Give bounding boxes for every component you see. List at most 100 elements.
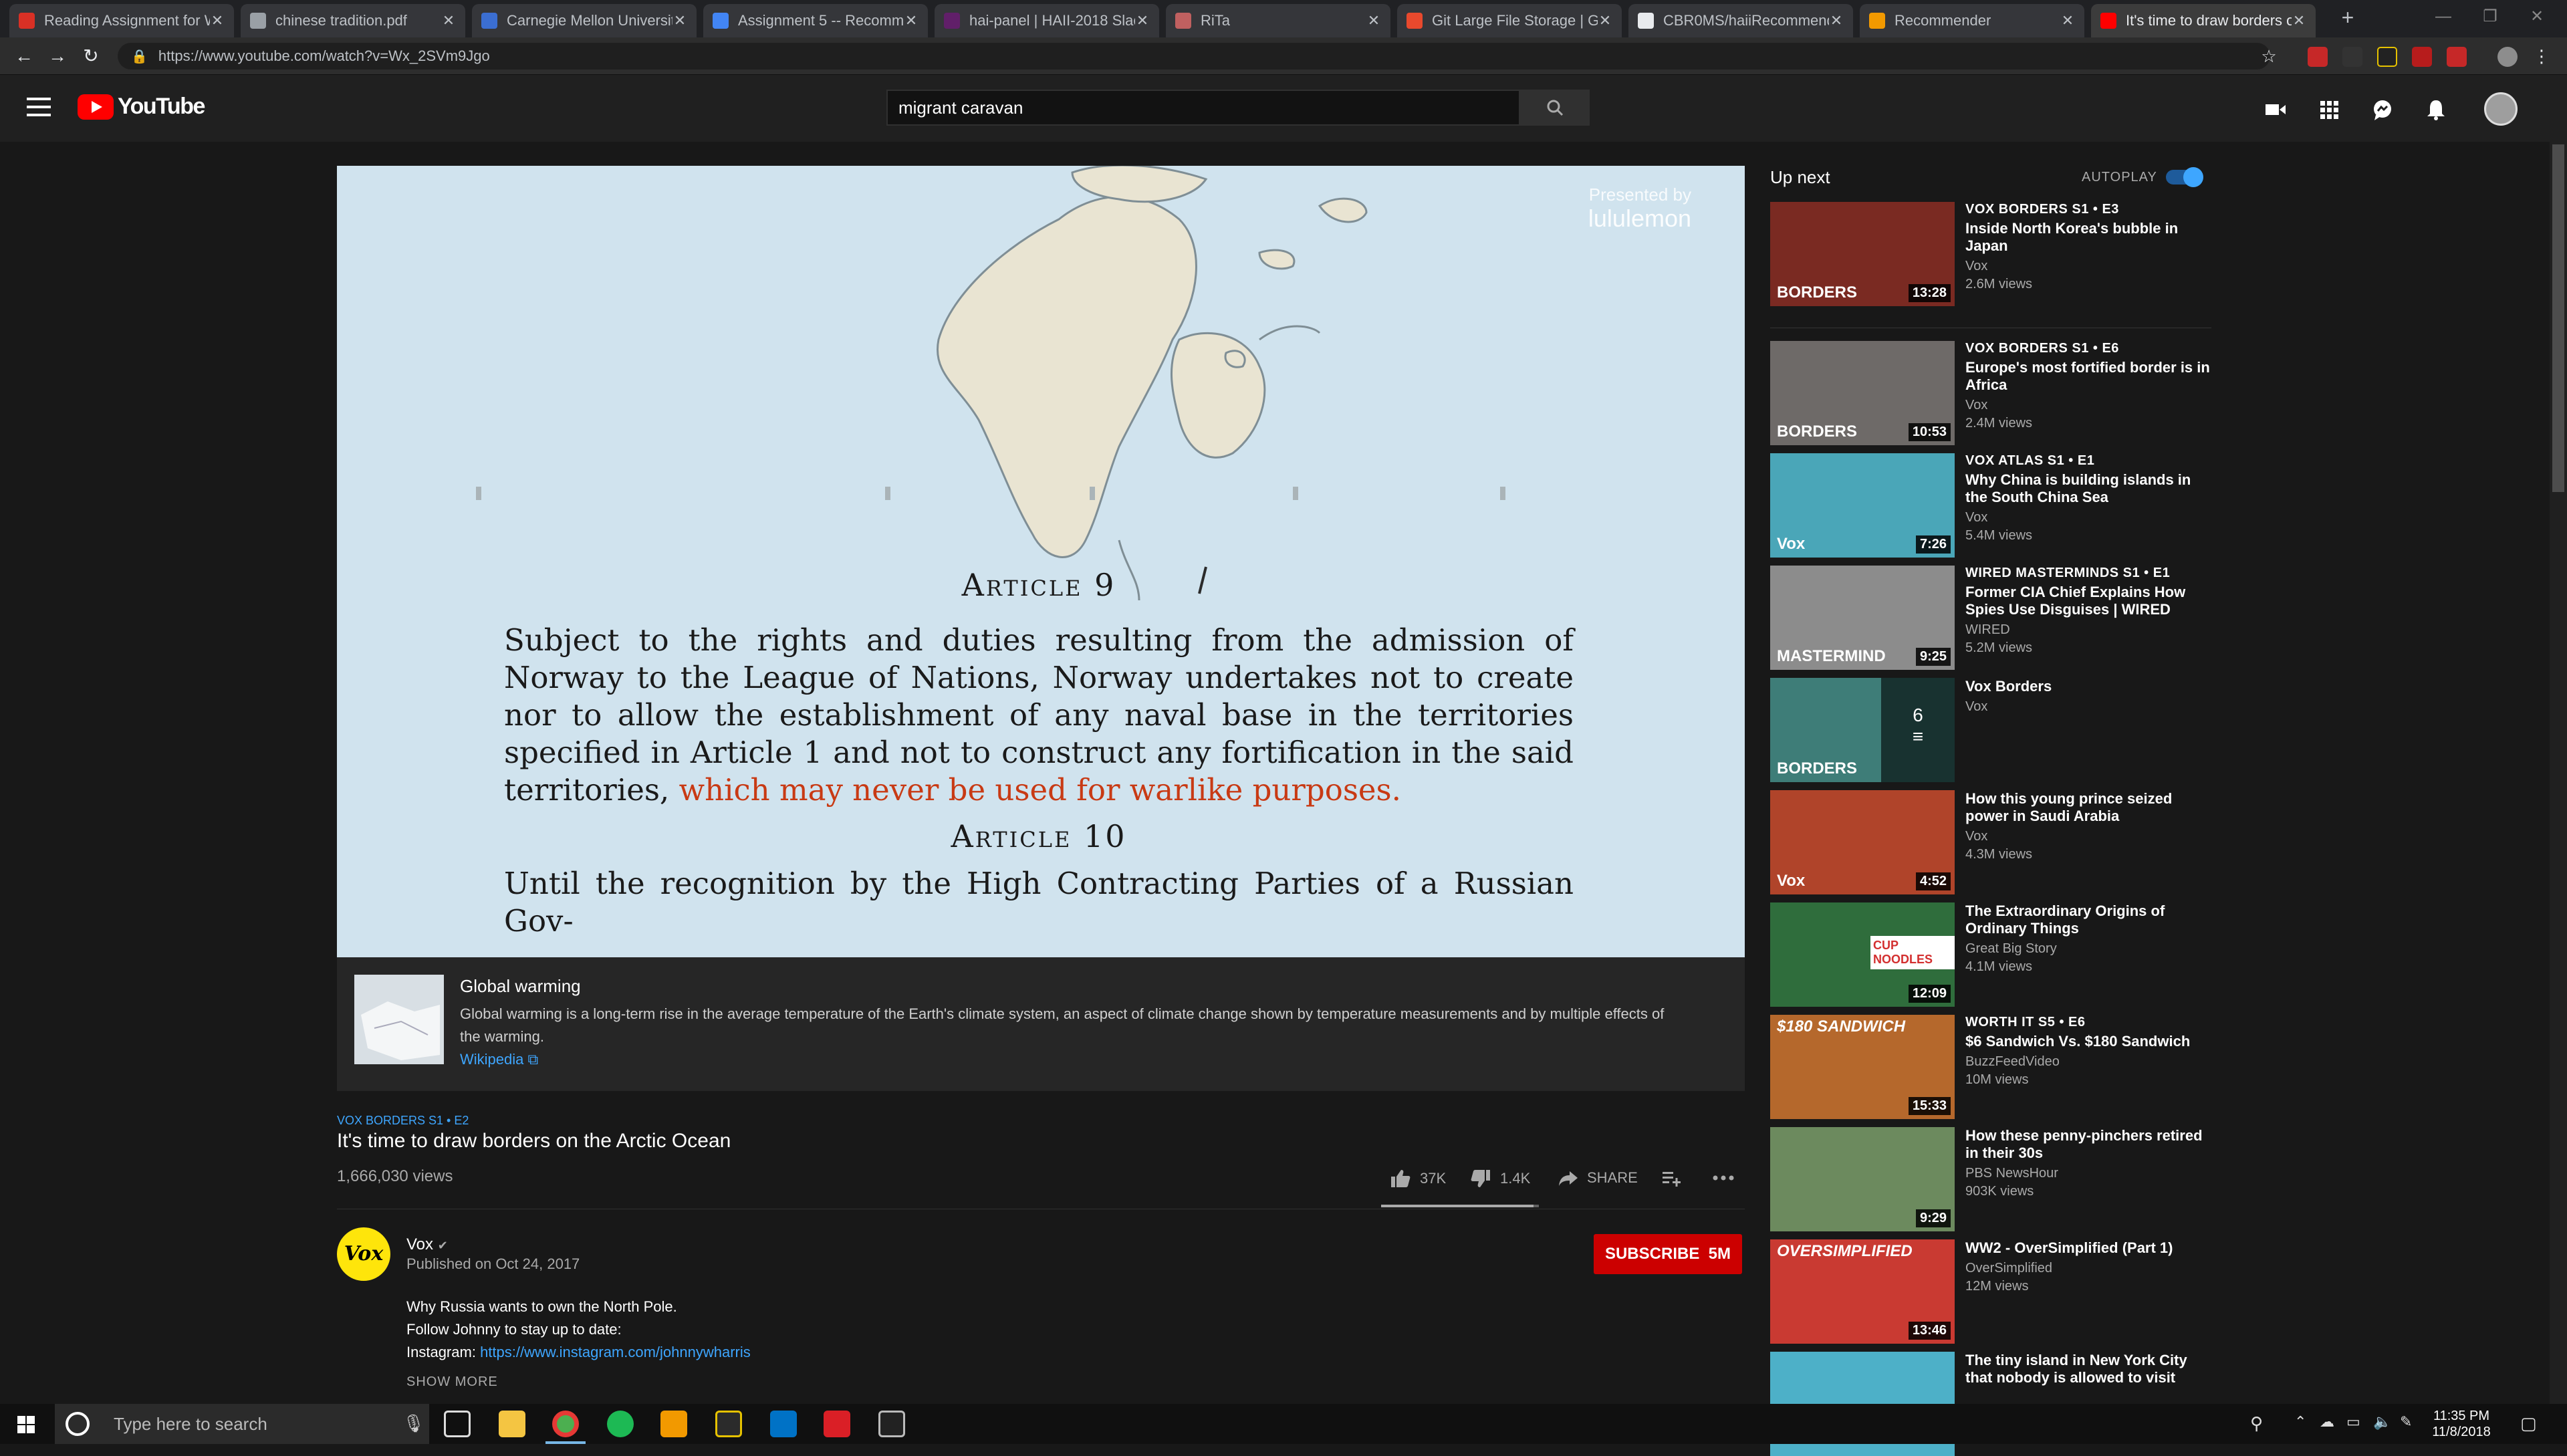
video-channel[interactable]: OverSimplified xyxy=(1965,1261,2213,1276)
video-meta[interactable]: VOX ATLAS S1 • E1 Why China is building i… xyxy=(1965,453,2213,543)
chrome-taskbar-icon[interactable] xyxy=(552,1411,579,1437)
system-clock[interactable]: 11:35 PM 11/8/2018 xyxy=(2421,1408,2501,1440)
browser-tab[interactable]: hai-panel | HAII-2018 Slack ✕ xyxy=(935,4,1159,37)
tab-close-icon[interactable]: ✕ xyxy=(441,12,456,29)
tab-close-icon[interactable]: ✕ xyxy=(2292,12,2306,29)
video-thumbnail[interactable]: Vox 4:52 xyxy=(1770,790,1955,894)
browser-tab[interactable]: Git Large File Storage | Git ✕ xyxy=(1397,4,1622,37)
video-thumbnail[interactable]: Vox 7:26 xyxy=(1770,453,1955,558)
messages-icon[interactable] xyxy=(2370,98,2395,122)
scrollbar-thumb[interactable] xyxy=(2552,144,2564,492)
add-to-playlist-button[interactable] xyxy=(1661,1167,1682,1189)
taskbar-search-box[interactable]: Type here to search 🎙 xyxy=(55,1404,429,1444)
recommended-video[interactable]: BORDERS 10:53 VOX BORDERS S1 • E6 Europe's … xyxy=(1770,341,2211,445)
tab-close-icon[interactable]: ✕ xyxy=(1135,12,1150,29)
video-channel[interactable]: BuzzFeedVideo xyxy=(1965,1054,2213,1070)
search-button[interactable] xyxy=(1520,90,1590,126)
browser-tab[interactable]: Reading Assignment for W ✕ xyxy=(9,4,234,37)
video-channel[interactable]: Vox xyxy=(1965,259,2213,274)
back-arrow-icon[interactable]: ← xyxy=(12,44,36,68)
video-title-link[interactable]: Inside North Korea's bubble in Japan xyxy=(1965,220,2213,255)
tab-close-icon[interactable]: ✕ xyxy=(2060,12,2075,29)
account-avatar[interactable] xyxy=(2484,92,2518,126)
video-thumbnail[interactable]: CUP NOODLES 12:09 xyxy=(1770,902,1955,1007)
more-actions-button[interactable] xyxy=(1711,1167,1735,1189)
video-meta[interactable]: VOX BORDERS S1 • E6 Europe's most fortifi… xyxy=(1965,341,2213,431)
search-input[interactable]: migrant caravan xyxy=(886,90,1520,126)
video-title-link[interactable]: Former CIA Chief Explains How Spies Use … xyxy=(1965,584,2213,618)
extension-icon-2[interactable] xyxy=(2342,47,2362,67)
spotify-icon[interactable] xyxy=(607,1411,634,1437)
people-icon[interactable]: ⚲ xyxy=(2250,1413,2263,1434)
notifications-bell-icon[interactable] xyxy=(2424,98,2448,122)
subscribe-button[interactable]: SUBSCRIBE 5M xyxy=(1594,1234,1742,1274)
show-more-button[interactable]: SHOW MORE xyxy=(406,1374,498,1390)
video-title-link[interactable]: How this young prince seized power in Sa… xyxy=(1965,790,2213,825)
video-player[interactable]: Presented by lululemon Article 9 Subject… xyxy=(337,166,1745,957)
video-thumbnail[interactable]: BORDERS 10:53 xyxy=(1770,341,1955,445)
video-thumbnail[interactable]: OVERSIMPLIFIED 13:46 xyxy=(1770,1239,1955,1344)
file-explorer-icon[interactable] xyxy=(499,1411,525,1437)
forward-arrow-icon[interactable]: → xyxy=(45,44,70,68)
video-thumbnail[interactable]: 9:29 xyxy=(1770,1127,1955,1231)
git-kraken-icon[interactable] xyxy=(715,1411,742,1437)
recommended-video[interactable]: MASTERMIND 9:25 WIRED MASTERMINDS S1 • E1 F… xyxy=(1770,566,2211,670)
minimize-icon[interactable]: — xyxy=(2420,0,2467,37)
browser-tab[interactable]: Recommender ✕ xyxy=(1860,4,2084,37)
bookmark-star-icon[interactable]: ☆ xyxy=(2257,44,2281,68)
address-bar[interactable]: 🔒 https://www.youtube.com/watch?v=Wx_2SV… xyxy=(118,43,2270,70)
video-channel[interactable]: WIRED xyxy=(1965,622,2213,638)
video-meta[interactable]: WW2 - OverSimplified (Part 1) OverSimplif… xyxy=(1965,1239,2213,1294)
show-hidden-icons-icon[interactable]: ⌃ xyxy=(2294,1413,2306,1431)
video-channel[interactable]: Great Big Story xyxy=(1965,941,2213,957)
browser-tab[interactable]: Carnegie Mellon University ✕ xyxy=(472,4,697,37)
channel-name[interactable]: Vox ✔ xyxy=(406,1235,448,1254)
task-view-icon[interactable] xyxy=(444,1411,471,1437)
video-thumbnail[interactable]: MASTERMIND 9:25 xyxy=(1770,566,1955,670)
video-meta[interactable]: How these penny-pinchers retired in thei… xyxy=(1965,1127,2213,1199)
close-window-icon[interactable]: ✕ xyxy=(2514,0,2560,37)
reload-icon[interactable]: ↻ xyxy=(79,44,103,68)
instagram-link[interactable]: https://www.instagram.com/johnnywharris xyxy=(480,1344,751,1360)
profile-avatar-icon[interactable] xyxy=(2497,47,2518,67)
create-video-icon[interactable] xyxy=(2264,98,2288,122)
action-center-icon[interactable]: ▢ xyxy=(2520,1413,2537,1434)
video-thumbnail[interactable]: BORDERS 13:28 xyxy=(1770,202,1955,306)
video-thumbnail[interactable]: $180 SANDWICH 15:33 xyxy=(1770,1015,1955,1119)
adobe-cc-icon[interactable] xyxy=(824,1411,850,1437)
chrome-menu-icon[interactable]: ⋮ xyxy=(2530,44,2554,68)
restore-icon[interactable]: ❐ xyxy=(2467,0,2514,37)
video-title-link[interactable]: Why China is building islands in the Sou… xyxy=(1965,471,2213,506)
video-title-link[interactable]: Europe's most fortified border is in Afr… xyxy=(1965,359,2213,394)
recommended-video[interactable]: 9:29 How these penny-pinchers retired in … xyxy=(1770,1127,2211,1231)
extension-icon-4[interactable] xyxy=(2412,47,2432,67)
tab-close-icon[interactable]: ✕ xyxy=(904,12,919,29)
onedrive-icon[interactable]: ☁ xyxy=(2320,1413,2334,1431)
extension-icon-3[interactable] xyxy=(2377,47,2397,67)
video-meta[interactable]: How this young prince seized power in Sa… xyxy=(1965,790,2213,862)
recommended-video[interactable]: BORDERS 13:28 VOX BORDERS S1 • E3 Inside No… xyxy=(1770,202,2211,306)
browser-tab[interactable]: CBR0MS/haiiRecommende ✕ xyxy=(1628,4,1853,37)
wikipedia-link[interactable]: Wikipedia ⧉ xyxy=(460,1051,538,1068)
extension-icon-5[interactable] xyxy=(2447,47,2467,67)
recommended-video[interactable]: Vox 4:52 How this young prince seized powe… xyxy=(1770,790,2211,894)
outlook-icon[interactable] xyxy=(770,1411,797,1437)
youtube-logo[interactable]: YouTube xyxy=(78,94,205,120)
browser-tab[interactable]: RiTa ✕ xyxy=(1166,4,1390,37)
video-meta[interactable]: The tiny island in New York City that no… xyxy=(1965,1352,2213,1386)
video-meta[interactable]: WIRED MASTERMINDS S1 • E1 Former CIA Chie… xyxy=(1965,566,2213,656)
tab-close-icon[interactable]: ✕ xyxy=(1829,12,1844,29)
terminal-icon[interactable] xyxy=(878,1411,905,1437)
video-meta[interactable]: VOX BORDERS S1 • E3 Inside North Korea's … xyxy=(1965,202,2213,292)
share-button[interactable]: SHARE xyxy=(1558,1167,1638,1189)
video-title-link[interactable]: The Extraordinary Origins of Ordinary Th… xyxy=(1965,902,2213,937)
tab-close-icon[interactable]: ✕ xyxy=(1598,12,1612,29)
video-title-link[interactable]: The tiny island in New York City that no… xyxy=(1965,1352,2213,1386)
series-link[interactable]: VOX BORDERS S1 • E2 xyxy=(337,1114,469,1128)
browser-tab[interactable]: chinese tradition.pdf ✕ xyxy=(241,4,465,37)
sublime-text-icon[interactable] xyxy=(660,1411,687,1437)
recommended-video[interactable]: $180 SANDWICH 15:33 WORTH IT S5 • E6 $6 San… xyxy=(1770,1015,2211,1119)
volume-icon[interactable]: 🔈 xyxy=(2373,1413,2391,1431)
recommended-video[interactable]: OVERSIMPLIFIED 13:46 WW2 - OverSimplified … xyxy=(1770,1239,2211,1344)
video-channel[interactable]: PBS NewsHour xyxy=(1965,1166,2213,1181)
